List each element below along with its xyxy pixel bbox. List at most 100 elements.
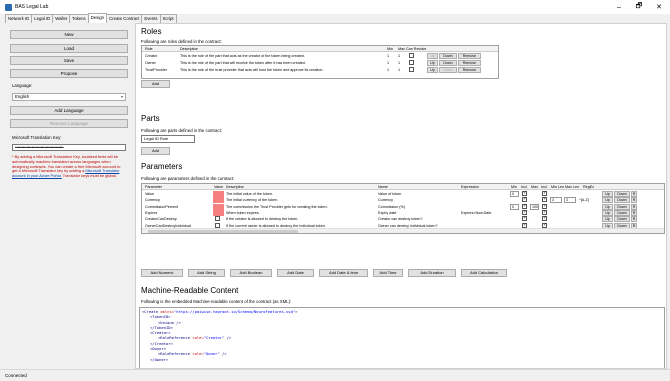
role-description[interactable]: This is the role of the trust provider t… bbox=[179, 67, 384, 73]
tab-design[interactable]: Design bbox=[87, 13, 108, 23]
add-role-button[interactable]: Add bbox=[141, 80, 170, 88]
parameter-name[interactable]: Value bbox=[144, 191, 212, 197]
load-button[interactable]: Load bbox=[10, 44, 128, 53]
parameter-up-button[interactable]: Up bbox=[602, 191, 613, 197]
role-max[interactable]: 1 bbox=[397, 67, 407, 73]
max-inclusive-checkbox[interactable] bbox=[542, 196, 547, 203]
role-up-button[interactable]: Up bbox=[427, 60, 438, 66]
parameter-value-field[interactable] bbox=[213, 191, 224, 197]
parameter-min[interactable]: 0 bbox=[510, 191, 519, 197]
part-input[interactable]: Legal ID Role bbox=[141, 135, 195, 143]
parameter-label[interactable]: Currency bbox=[377, 197, 459, 203]
parameter-r-button[interactable]: R bbox=[631, 203, 637, 210]
tab-tokens[interactable]: Tokens bbox=[69, 14, 89, 23]
parameter-label[interactable]: Commission (%) bbox=[377, 204, 459, 210]
min-inclusive-checkbox[interactable] bbox=[522, 190, 527, 196]
add-parameter-button[interactable]: Add Date & time bbox=[319, 269, 368, 277]
can-revoke-checkbox[interactable] bbox=[409, 53, 414, 58]
tab-events[interactable]: Events bbox=[141, 14, 161, 23]
parameter-up-button[interactable]: Up bbox=[602, 203, 613, 210]
parameter-description[interactable]: The commission the Trust Provider gets f… bbox=[225, 204, 375, 210]
role-remove-button[interactable]: Remove bbox=[458, 67, 481, 73]
propose-button[interactable]: Propose bbox=[10, 69, 128, 78]
max-inclusive-checkbox[interactable] bbox=[542, 190, 547, 196]
min-inclusive-checkbox[interactable] bbox=[522, 196, 527, 203]
add-parameter-button[interactable]: Add String bbox=[188, 269, 225, 277]
parameter-label[interactable]: Expiry date bbox=[377, 210, 459, 216]
max-inclusive-checkbox[interactable] bbox=[542, 209, 547, 215]
parameter-name[interactable]: Currency bbox=[144, 197, 212, 203]
parameter-label[interactable]: Creator can destroy token? bbox=[377, 216, 459, 222]
parameter-max-length[interactable]: 3 bbox=[564, 197, 576, 204]
min-inclusive-checkbox[interactable] bbox=[522, 222, 527, 228]
parameter-r-button[interactable]: R bbox=[631, 197, 637, 204]
role-down-button[interactable]: Down bbox=[439, 67, 457, 73]
parameter-description[interactable]: When token expires. bbox=[225, 210, 375, 216]
parameter-up-button[interactable]: Up bbox=[602, 216, 613, 223]
role-max[interactable]: 1 bbox=[397, 60, 407, 66]
parameter-down-button[interactable]: Down bbox=[614, 209, 630, 216]
parameter-up-button[interactable]: Up bbox=[602, 209, 613, 216]
add-parameter-button[interactable]: Add Calculation bbox=[461, 269, 507, 277]
add-parameter-button[interactable]: Add Time bbox=[373, 269, 403, 277]
translation-key-input[interactable]: •••••••••••••••••••••••••••••••••••••• bbox=[12, 144, 126, 151]
role-up-button[interactable]: Up bbox=[427, 53, 438, 59]
close-icon[interactable]: ✕ bbox=[648, 0, 670, 14]
parameter-down-button[interactable]: Down bbox=[614, 216, 630, 223]
parameter-regex[interactable]: ^[A-Z] bbox=[578, 197, 596, 203]
role-role[interactable]: Owner bbox=[144, 60, 178, 66]
add-part-button[interactable]: Add bbox=[141, 147, 170, 155]
role-min[interactable]: 1 bbox=[386, 67, 396, 73]
parameter-r-button[interactable]: R bbox=[631, 209, 637, 216]
tab-legal-id[interactable]: Legal ID bbox=[31, 14, 54, 23]
parameter-value-field[interactable] bbox=[213, 209, 224, 216]
parameter-value-field[interactable] bbox=[213, 197, 224, 204]
add-parameter-button[interactable]: Add Duration bbox=[408, 269, 456, 277]
parameter-description[interactable]: The initial value of the token. bbox=[225, 191, 375, 197]
parameter-max[interactable]: 100 bbox=[530, 203, 539, 210]
save-button[interactable]: Save bbox=[10, 56, 128, 65]
max-inclusive-checkbox[interactable] bbox=[542, 222, 547, 228]
role-remove-button[interactable]: Remove bbox=[458, 60, 481, 66]
parameter-min[interactable]: 0 bbox=[510, 203, 519, 210]
max-inclusive-checkbox[interactable] bbox=[542, 215, 547, 222]
parameter-min-length[interactable]: 3 bbox=[550, 197, 562, 204]
tab-create-contract[interactable]: Create Contract bbox=[106, 14, 143, 23]
parameter-description[interactable]: The initial currency of the token. bbox=[225, 197, 375, 203]
parameter-r-button[interactable]: R bbox=[631, 191, 637, 197]
new-button[interactable]: New bbox=[10, 30, 128, 39]
role-min[interactable]: 1 bbox=[386, 60, 396, 66]
tab-network-id[interactable]: Network ID bbox=[5, 14, 33, 23]
minimize-icon[interactable]: – bbox=[608, 0, 630, 14]
can-revoke-checkbox[interactable] bbox=[409, 67, 414, 72]
parameter-expression[interactable] bbox=[460, 191, 508, 197]
role-max[interactable]: 1 bbox=[397, 53, 407, 59]
add-parameter-button[interactable]: Add Numeric bbox=[141, 269, 183, 277]
language-select[interactable]: English ▾ bbox=[12, 93, 126, 101]
parameter-up-button[interactable]: Up bbox=[602, 197, 613, 204]
add-language-button[interactable]: Add Language bbox=[10, 106, 128, 115]
parameter-value-field[interactable] bbox=[213, 203, 224, 210]
parameter-description[interactable]: If the creator is allowed to destroy the… bbox=[225, 216, 375, 222]
role-role[interactable]: TrustProvider bbox=[144, 67, 178, 73]
parameter-name[interactable]: Expires bbox=[144, 210, 212, 216]
xml-editor[interactable]: <Create xmlns="https://paiwise.tagroot.i… bbox=[139, 307, 665, 368]
parameter-label[interactable]: Value of token bbox=[377, 191, 459, 197]
remove-language-button[interactable]: Remove Language bbox=[10, 119, 128, 128]
max-inclusive-checkbox[interactable] bbox=[542, 203, 547, 209]
parameter-value-checkbox[interactable] bbox=[215, 216, 220, 222]
can-revoke-checkbox[interactable] bbox=[409, 60, 414, 65]
parameter-value-checkbox[interactable] bbox=[215, 222, 220, 228]
parameter-expression[interactable] bbox=[460, 204, 508, 210]
parameter-down-button[interactable]: Down bbox=[614, 191, 630, 197]
min-inclusive-checkbox[interactable] bbox=[522, 203, 527, 209]
role-down-button[interactable]: Down bbox=[439, 53, 457, 59]
parameter-down-button[interactable]: Down bbox=[614, 203, 630, 210]
parameter-down-button[interactable]: Down bbox=[614, 197, 630, 204]
role-up-button[interactable]: Up bbox=[427, 67, 438, 73]
role-description[interactable]: This is the role of the part that acts a… bbox=[179, 53, 384, 59]
add-parameter-button[interactable]: Add Date bbox=[277, 269, 314, 277]
role-role[interactable]: Creator bbox=[144, 53, 178, 59]
role-down-button[interactable]: Down bbox=[439, 60, 457, 66]
params-horizontal-scrollbar[interactable] bbox=[142, 228, 664, 233]
